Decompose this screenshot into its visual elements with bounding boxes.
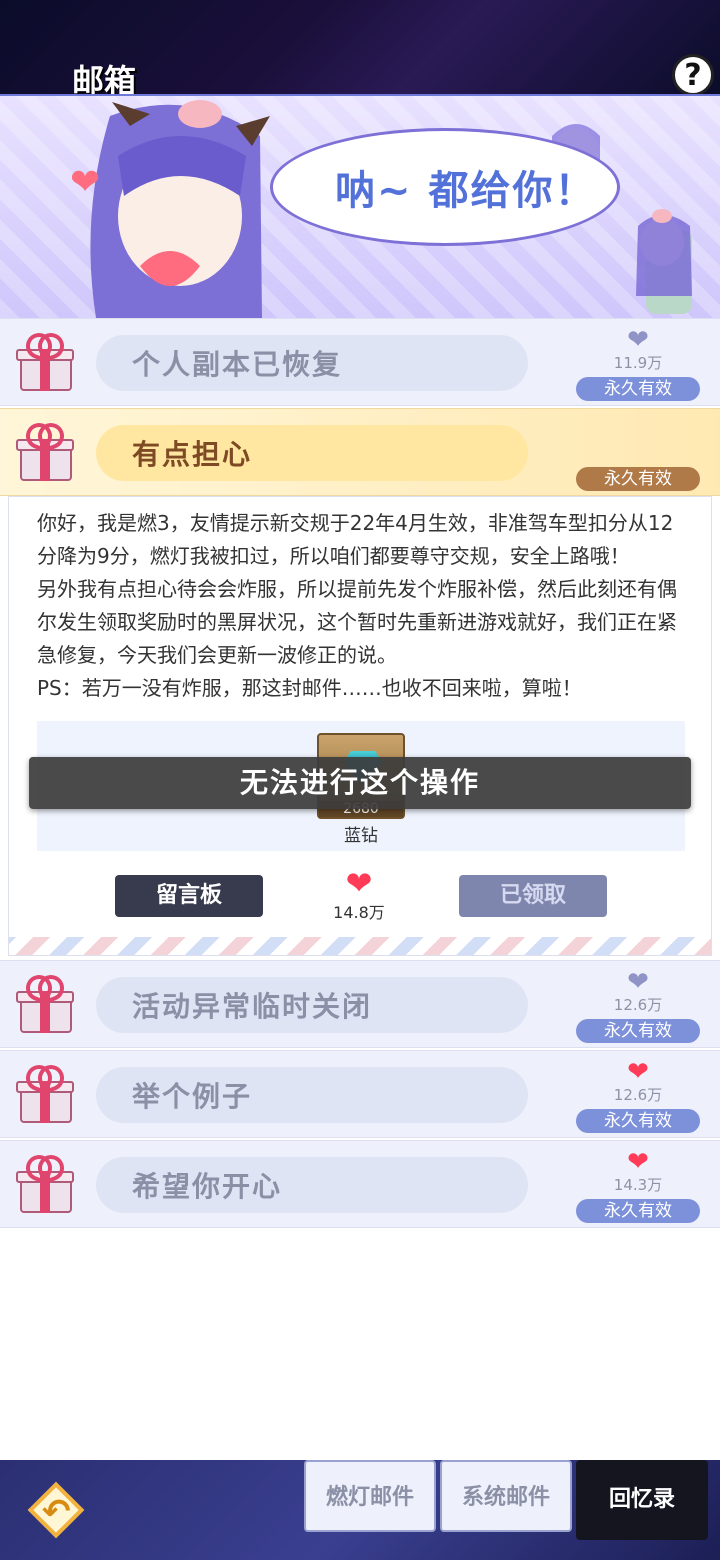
heart-icon: ❤: [627, 1057, 649, 1087]
mail-paragraph: 你好，我是燃3，友情提示新交规于22年4月生效，非准驾车型扣分从12分降为9分，…: [37, 511, 674, 568]
like-stat[interactable]: ❤ 14.8万: [319, 867, 399, 923]
mail-title: 希望你开心: [132, 1170, 283, 1203]
validity-badge: 永久有效: [576, 1109, 700, 1133]
mail-stat: ❤ 14.3万: [576, 1149, 700, 1195]
mail-title: 个人副本已恢复: [132, 348, 343, 381]
like-count: 12.6万: [613, 996, 663, 1014]
like-count: 14.8万: [333, 903, 385, 922]
validity-badge: 永久有效: [576, 1019, 700, 1043]
mail-item[interactable]: 希望你开心 ❤ 14.3万 永久有效: [0, 1140, 720, 1228]
mail-item[interactable]: 个人副本已恢复 ❤ 11.9万 永久有效: [0, 318, 720, 406]
heart-icon: ❤: [345, 864, 373, 902]
mail-paragraph: 另外我有点担心待会会炸服，所以提前先发个炸服补偿，然后此刻还有偶尔发生领取奖励时…: [37, 577, 677, 667]
tab-memoir[interactable]: 回忆录: [576, 1460, 708, 1540]
gift-icon: [16, 421, 74, 483]
gift-icon: [16, 331, 74, 393]
tab-randeng-mail[interactable]: 燃灯邮件: [304, 1460, 436, 1532]
help-icon[interactable]: ?: [672, 54, 714, 96]
mail-stat: ❤ 12.6万: [576, 969, 700, 1015]
mail-stat: ❤ 11.9万: [576, 327, 700, 373]
gift-icon: [16, 1063, 74, 1125]
tab-system-mail[interactable]: 系统邮件: [440, 1460, 572, 1532]
heart-icon: ❤: [627, 325, 649, 355]
validity-badge: 永久有效: [576, 467, 700, 491]
like-count: 14.3万: [613, 1176, 663, 1194]
back-button[interactable]: ↶: [26, 1480, 88, 1542]
gift-icon: [16, 973, 74, 1035]
claimed-button[interactable]: 已领取: [459, 875, 607, 917]
heart-decoration-icon: ❤: [70, 162, 101, 203]
error-toast: 无法进行这个操作: [29, 757, 691, 809]
mail-stat: ❤ 12.6万: [576, 1059, 700, 1105]
banner-illustration: ❤ 呐~ 都给你！: [0, 96, 720, 318]
bottom-bar: ↶ 燃灯邮件 系统邮件 回忆录: [0, 1460, 720, 1560]
mail-title: 举个例子: [132, 1080, 253, 1113]
message-board-button[interactable]: 留言板: [115, 875, 263, 917]
heart-icon: ❤: [627, 967, 649, 997]
validity-badge: 永久有效: [576, 377, 700, 401]
validity-badge: 永久有效: [576, 1199, 700, 1223]
mail-item-active[interactable]: 有点担心 永久有效: [0, 408, 720, 496]
back-arrow-icon: ↶: [42, 1492, 71, 1532]
like-count: 12.6万: [613, 1086, 663, 1104]
mail-content-panel: 你好，我是燃3，友情提示新交规于22年4月生效，非准驾车型扣分从12分降为9分，…: [8, 496, 712, 956]
mail-item[interactable]: 活动异常临时关闭 ❤ 12.6万 永久有效: [0, 960, 720, 1048]
toast-message: 无法进行这个操作: [239, 766, 480, 799]
header-bar: 邮箱 ?: [0, 0, 720, 100]
gift-icon: [16, 1153, 74, 1215]
mail-paragraph: PS：若万一没有炸服，那这封邮件……也收不回来啦，算啦！: [37, 676, 582, 700]
mail-body: 你好，我是燃3，友情提示新交规于22年4月生效，非准驾车型扣分从12分降为9分，…: [37, 507, 689, 705]
heart-icon: ❤: [627, 1147, 649, 1177]
like-count: 11.9万: [613, 354, 663, 372]
airmail-border: [9, 937, 711, 955]
mail-title: 有点担心: [132, 438, 253, 471]
mail-title: 活动异常临时关闭: [132, 990, 373, 1023]
reward-name: 蓝钻: [344, 826, 378, 846]
mailbox-screen: 邮箱 ? ❤ 呐~ 都给你！ 个人副本已恢复 ❤ 11.9万 永久有效 有点担心…: [0, 0, 720, 1560]
speech-text: 呐~ 都给你！: [335, 168, 597, 214]
mail-item[interactable]: 举个例子 ❤ 12.6万 永久有效: [0, 1050, 720, 1138]
